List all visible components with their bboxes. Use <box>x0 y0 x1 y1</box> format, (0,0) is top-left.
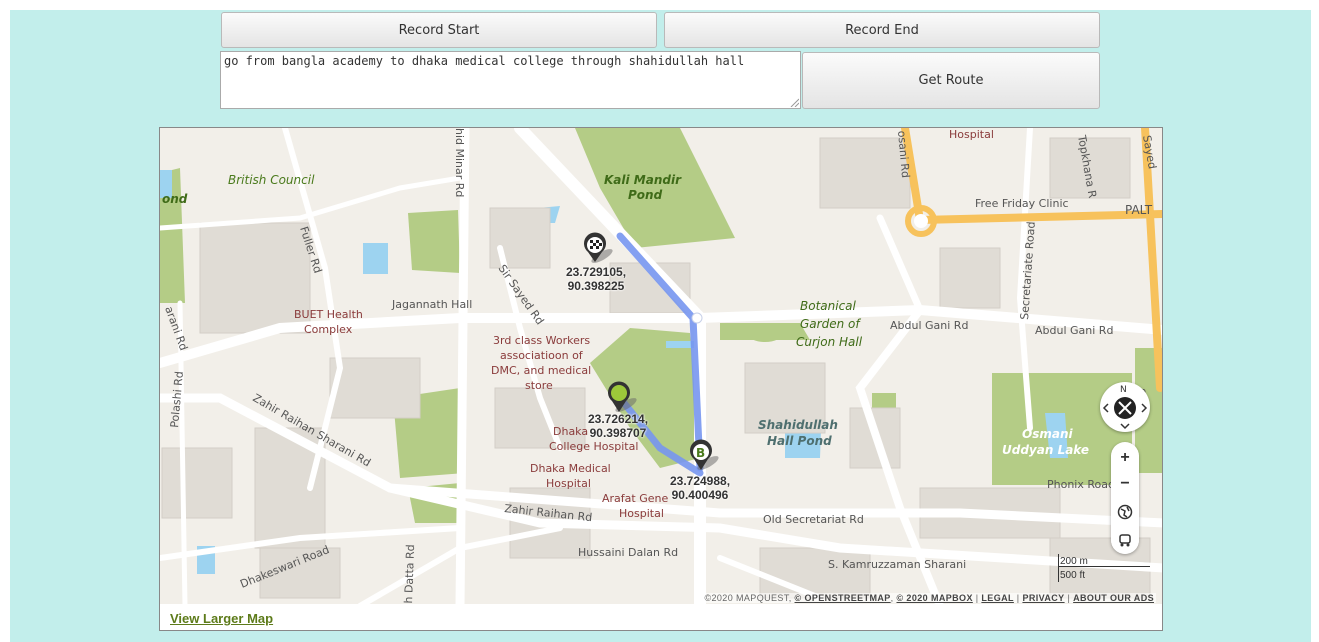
attrib-privacy-link[interactable]: PRIVACY <box>1022 593 1064 603</box>
label-osmani-2: Uddyan Lake <box>1002 443 1089 457</box>
label-sayed: Sayed <box>1140 134 1159 170</box>
car-icon <box>1119 534 1131 547</box>
label-shid-minar: hid Minar Rd <box>453 128 466 197</box>
map-attribution: ©2020 MAPQUEST, © OPENSTREETMAP, © 2020 … <box>702 593 1156 603</box>
label-dmc-1: Dhaka Medical <box>530 462 611 475</box>
zoom-in-button[interactable]: + <box>1111 444 1139 472</box>
label-dmc-2: Hospital <box>546 477 591 490</box>
attrib-mapbox-link[interactable]: © 2020 MAPBOX <box>896 593 972 603</box>
label-jagannath: Jagannath Hall <box>391 298 472 311</box>
label-kali-mandir: Kali Mandir <box>604 173 682 187</box>
view-larger-map-link[interactable]: View Larger Map <box>170 611 273 626</box>
finish-lat: 23.729105, <box>565 265 627 279</box>
label-kamruzzaman: S. Kamruzzaman Sharani <box>828 558 966 571</box>
globe-button[interactable] <box>1111 498 1139 526</box>
label-shahidullah-2: Hall Pond <box>767 434 832 448</box>
map-canvas[interactable]: British Council Kali Mandir Pond Jaganna… <box>160 128 1163 612</box>
label-british-council: British Council <box>228 173 315 187</box>
route-query-textarea[interactable]: go from bangla academy to dhaka medical … <box>220 51 801 109</box>
attrib-mapquest: ©2020 MAPQUEST, <box>704 593 792 603</box>
label-botanical-2: Garden of <box>800 317 861 331</box>
label-arafat-1: Arafat Gene <box>602 492 668 505</box>
finish-coord-label: 23.729105, 90.398225 <box>556 265 636 293</box>
label-osmani-1: Osmani <box>1022 427 1073 441</box>
label-old-secretariat: Old Secretariat Rd <box>763 513 864 526</box>
start-lat: 23.726214, <box>587 412 649 426</box>
label-phonix: Phonix Road <box>1047 478 1115 491</box>
label-arafat-2: Hospital <box>619 507 664 520</box>
label-workers-2: associatioon of <box>500 349 584 362</box>
start-coord-label: 23.726214, 90.398707 <box>578 412 658 440</box>
label-botanical-3: Curjon Hall <box>796 335 863 349</box>
via-b-letter: B <box>696 446 705 460</box>
label-workers-3: DMC, and medical <box>491 364 591 377</box>
label-arani: arani Rd <box>162 305 190 353</box>
scale-imperial: 500 ft <box>1060 570 1086 581</box>
map-footer: View Larger Map <box>160 604 1162 630</box>
attrib-osm-link[interactable]: © OPENSTREETMAP <box>795 593 891 603</box>
compass-icon: N <box>1102 385 1148 430</box>
compass-north-label: N <box>1120 385 1127 395</box>
attrib-legal-link[interactable]: LEGAL <box>981 593 1014 603</box>
finish-lon: 90.398225 <box>567 279 625 293</box>
get-route-button[interactable]: Get Route <box>802 52 1100 109</box>
label-hospital-top: Hospital <box>949 128 994 141</box>
label-abdul-gani-2: Abdul Gani Rd <box>1035 324 1113 337</box>
label-pond: Pond <box>628 188 663 202</box>
map-scale: 200 m 500 ft <box>1058 554 1150 584</box>
zoom-out-button[interactable]: − <box>1111 470 1139 498</box>
compass-pan-control[interactable]: N <box>1100 382 1150 432</box>
label-abdul-gani-1: Abdul Gani Rd <box>890 319 968 332</box>
label-dhaka-college-2: College Hospital <box>549 440 638 453</box>
label-botanical-1: Botanical <box>800 299 857 313</box>
label-ond: ond <box>162 192 188 206</box>
finish-flag-marker[interactable] <box>584 232 614 266</box>
via-b-lat: 23.724988, <box>669 474 731 488</box>
via-b-coord-label: 23.724988, 90.400496 <box>660 474 740 502</box>
globe-icon <box>1117 504 1133 520</box>
via-b-lon: 90.400496 <box>671 488 729 502</box>
resize-handle-icon[interactable] <box>789 97 799 107</box>
traffic-button[interactable] <box>1111 526 1139 554</box>
record-end-button[interactable]: Record End <box>664 12 1100 48</box>
label-buet-complex: Complex <box>304 323 353 336</box>
start-lon: 90.398707 <box>589 426 647 440</box>
label-workers-4: store <box>525 379 553 392</box>
label-hussaini: Hussaini Dalan Rd <box>578 546 678 559</box>
record-start-button[interactable]: Record Start <box>221 12 657 48</box>
label-palt: PALT <box>1125 203 1153 217</box>
attrib-about-ads-link[interactable]: ABOUT OUR ADS <box>1073 593 1154 603</box>
map-frame[interactable]: British Council Kali Mandir Pond Jaganna… <box>159 127 1163 631</box>
label-datta: h Datta Rd <box>402 544 417 604</box>
label-buet: BUET Health <box>294 308 363 321</box>
label-shahidullah-1: Shahidullah <box>758 418 838 432</box>
label-workers-1: 3rd class Workers <box>493 334 590 347</box>
route-query-text: go from bangla academy to dhaka medical … <box>224 54 745 68</box>
label-free-friday: Free Friday Clinic <box>975 197 1069 210</box>
